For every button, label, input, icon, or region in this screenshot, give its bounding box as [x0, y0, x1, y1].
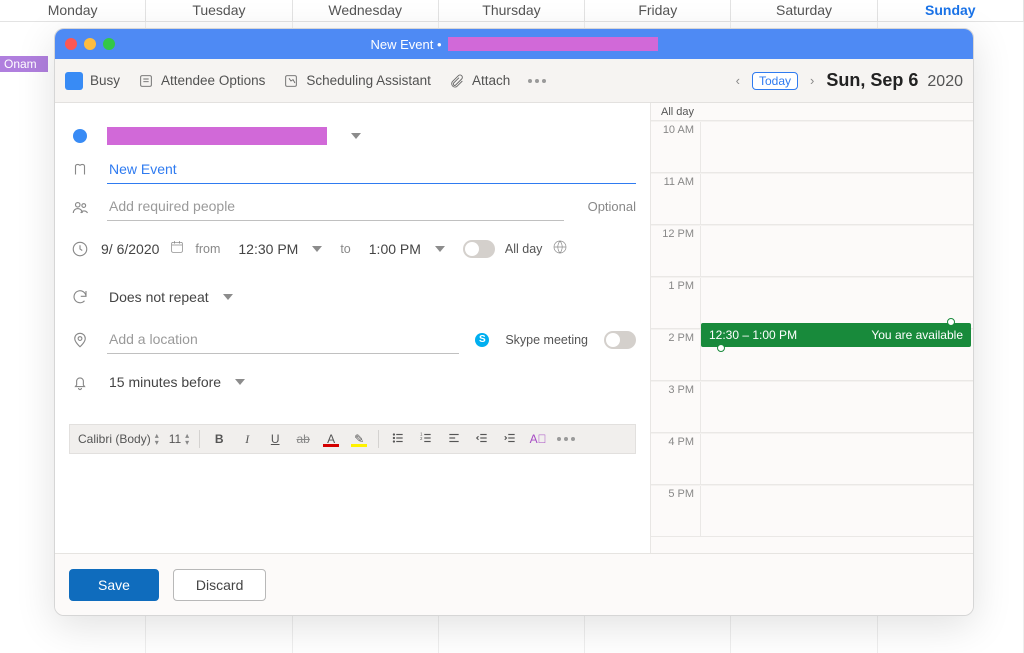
- font-size-select[interactable]: 11▴▾: [169, 432, 189, 446]
- underline-button[interactable]: U: [266, 432, 284, 446]
- day-preview-pane: All day 10 AM11 AM12 PM1 PM2 PM3 PM4 PM5…: [651, 103, 973, 553]
- strike-button[interactable]: ab: [294, 432, 312, 446]
- calendar-dot-icon: [69, 125, 91, 147]
- time-label: 2 PM: [651, 330, 701, 380]
- selected-date: Sun, Sep 6 2020: [826, 70, 963, 91]
- repeat-icon: [69, 286, 91, 308]
- time-label: 11 AM: [651, 174, 701, 224]
- to-label: to: [340, 242, 350, 256]
- event-title-input[interactable]: [107, 155, 636, 184]
- calendar-select-redacted[interactable]: [107, 127, 327, 145]
- top-toolbar: Busy Attendee Options Scheduling Assista…: [55, 59, 973, 103]
- optional-link[interactable]: Optional: [588, 199, 636, 214]
- location-icon: [69, 329, 91, 351]
- time-label: 10 AM: [651, 122, 701, 172]
- today-button[interactable]: Today: [752, 72, 798, 90]
- scheduling-icon: [283, 73, 299, 89]
- busy-icon: [65, 72, 83, 90]
- next-day-icon[interactable]: ›: [808, 73, 816, 88]
- preview-event-status: You are available: [871, 328, 963, 342]
- highlight-button[interactable]: ✎: [350, 432, 368, 446]
- time-slot[interactable]: 4 PM: [651, 433, 973, 485]
- prev-day-icon[interactable]: ‹: [734, 73, 742, 88]
- reminder-icon: [69, 371, 91, 393]
- more-icon[interactable]: [528, 79, 546, 83]
- bg-day-header: Saturday: [731, 0, 877, 21]
- bg-day-header: Thursday: [439, 0, 585, 21]
- font-family-select[interactable]: Calibri (Body)▴▾: [78, 432, 159, 446]
- skype-icon: S: [475, 333, 489, 347]
- bg-week-header: MondayTuesdayWednesdayThursdayFridaySatu…: [0, 0, 1024, 22]
- bullets-button[interactable]: [389, 431, 407, 448]
- svg-text:2: 2: [420, 435, 423, 440]
- all-day-header: All day: [661, 106, 694, 118]
- all-day-toggle[interactable]: [463, 240, 495, 258]
- numbering-button[interactable]: 12: [417, 431, 435, 448]
- time-slot[interactable]: 1 PM: [651, 277, 973, 329]
- start-time-select[interactable]: 12:30 PM: [230, 237, 330, 261]
- clock-icon: [69, 238, 91, 260]
- event-date[interactable]: 9/ 6/2020: [101, 241, 159, 257]
- discard-button[interactable]: Discard: [173, 569, 266, 601]
- bg-day-header: Wednesday: [293, 0, 439, 21]
- preview-event[interactable]: 12:30 – 1:00 PM You are available: [701, 323, 971, 347]
- event-form: Optional 9/ 6/2020 from 12:30 PM to 1:00…: [55, 103, 651, 553]
- date-navigation: ‹ Today › Sun, Sep 6 2020: [734, 70, 963, 91]
- time-label: 3 PM: [651, 382, 701, 432]
- footer: Save Discard: [55, 553, 973, 615]
- time-slot[interactable]: 12 PM: [651, 225, 973, 277]
- attach[interactable]: Attach: [449, 73, 510, 89]
- bg-day-header: Friday: [585, 0, 731, 21]
- people-icon: [69, 196, 91, 218]
- chevron-down-icon[interactable]: [351, 133, 361, 139]
- window-title-redacted: [448, 37, 658, 51]
- italic-button[interactable]: I: [238, 432, 256, 447]
- time-slot[interactable]: 11 AM: [651, 173, 973, 225]
- time-slot[interactable]: 10 AM: [651, 121, 973, 173]
- window-title-prefix: New Event •: [370, 37, 441, 52]
- time-label: 4 PM: [651, 434, 701, 484]
- scheduling-assistant[interactable]: Scheduling Assistant: [283, 73, 431, 89]
- font-color-button[interactable]: A: [322, 432, 340, 446]
- time-slot[interactable]: 5 PM: [651, 485, 973, 537]
- clear-format-button[interactable]: A⃠: [529, 432, 547, 446]
- time-label: 5 PM: [651, 486, 701, 536]
- time-label: 12 PM: [651, 226, 701, 276]
- indent-button[interactable]: [501, 431, 519, 448]
- editor-more-icon[interactable]: [557, 437, 575, 441]
- bg-day-header: Monday: [0, 0, 146, 21]
- outdent-button[interactable]: [473, 431, 491, 448]
- titlebar[interactable]: New Event •: [55, 29, 973, 59]
- from-label: from: [195, 242, 220, 256]
- save-button[interactable]: Save: [69, 569, 159, 601]
- new-event-window: New Event • Busy Attendee Options Schedu…: [54, 28, 974, 616]
- timezone-icon[interactable]: [552, 239, 568, 260]
- attendee-options-icon: [138, 73, 154, 89]
- bg-day-header: Sunday: [878, 0, 1024, 21]
- attendee-options[interactable]: Attendee Options: [138, 73, 265, 89]
- reminder-select[interactable]: 15 minutes before: [101, 370, 253, 394]
- text-icon: [69, 159, 91, 181]
- time-label: 1 PM: [651, 278, 701, 328]
- bold-button[interactable]: B: [210, 432, 228, 446]
- location-input[interactable]: [107, 325, 459, 354]
- attach-icon: [449, 73, 465, 89]
- date-picker-icon[interactable]: [169, 239, 185, 260]
- preview-event-time: 12:30 – 1:00 PM: [709, 328, 797, 342]
- skype-label: Skype meeting: [505, 333, 588, 347]
- end-time-select[interactable]: 1:00 PM: [361, 237, 453, 261]
- status-busy[interactable]: Busy: [65, 72, 120, 90]
- editor-toolbar: Calibri (Body)▴▾ 11▴▾ B I U ab A ✎ 12: [69, 424, 636, 454]
- align-button[interactable]: [445, 431, 463, 448]
- time-slot[interactable]: 3 PM: [651, 381, 973, 433]
- required-people-input[interactable]: [107, 192, 564, 221]
- bg-event-onam[interactable]: Onam: [0, 56, 48, 72]
- repeat-select[interactable]: Does not repeat: [101, 285, 241, 309]
- skype-toggle[interactable]: [604, 331, 636, 349]
- all-day-label: All day: [505, 242, 543, 256]
- bg-day-header: Tuesday: [146, 0, 292, 21]
